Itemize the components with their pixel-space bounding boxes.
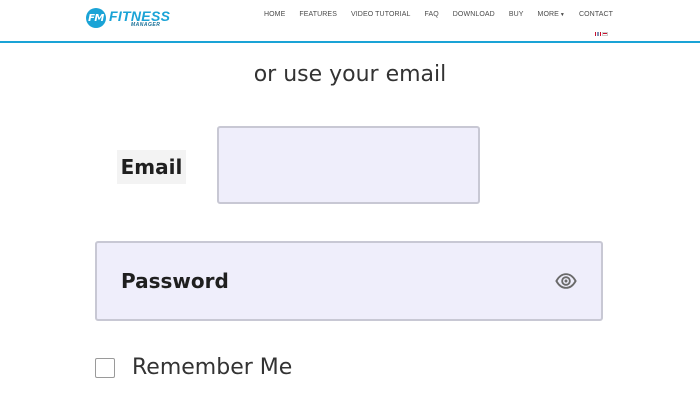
remember-me-label[interactable]: Remember Me (132, 355, 292, 380)
language-flags (595, 32, 608, 36)
nav-item-faq[interactable]: FAQ (424, 11, 438, 18)
email-input[interactable] (217, 126, 480, 204)
nav-item-video-tutorial[interactable]: VIDEO TUTORIAL (351, 11, 411, 18)
password-field-wrapper (95, 241, 603, 321)
login-page: FM FITNESS MANAGER HOME FEATURES VIDEO T… (0, 0, 700, 400)
email-login-subtitle: or use your email (253, 62, 447, 87)
english-flag-icon[interactable] (595, 32, 601, 36)
logo-text: FITNESS MANAGER (109, 9, 170, 28)
logo-badge: FM (86, 8, 106, 28)
caret-down-icon: ▼ (559, 12, 565, 18)
nav-item-contact[interactable]: CONTACT (579, 11, 613, 18)
remember-me-row: Remember Me (95, 355, 292, 380)
logo-subname: MANAGER (131, 21, 161, 28)
nav-item-more-label: MORE (537, 11, 559, 18)
password-input[interactable] (97, 243, 537, 319)
email-label: Email (117, 150, 186, 184)
language-flag-icon[interactable] (602, 32, 608, 36)
nav-item-features[interactable]: FEATURES (299, 11, 337, 18)
nav-item-home[interactable]: HOME (264, 11, 285, 18)
fitness-manager-logo[interactable]: FM FITNESS MANAGER (86, 6, 170, 30)
nav-item-buy[interactable]: BUY (509, 11, 524, 18)
logo-name: FITNESS (109, 7, 171, 24)
eye-icon[interactable] (555, 270, 577, 292)
nav-item-more[interactable]: MORE▼ (538, 11, 565, 18)
site-header: FM FITNESS MANAGER HOME FEATURES VIDEO T… (0, 0, 700, 43)
main-nav: HOME FEATURES VIDEO TUTORIAL FAQ DOWNLOA… (264, 11, 613, 18)
nav-item-download[interactable]: DOWNLOAD (453, 11, 495, 18)
remember-me-checkbox[interactable] (95, 357, 115, 378)
